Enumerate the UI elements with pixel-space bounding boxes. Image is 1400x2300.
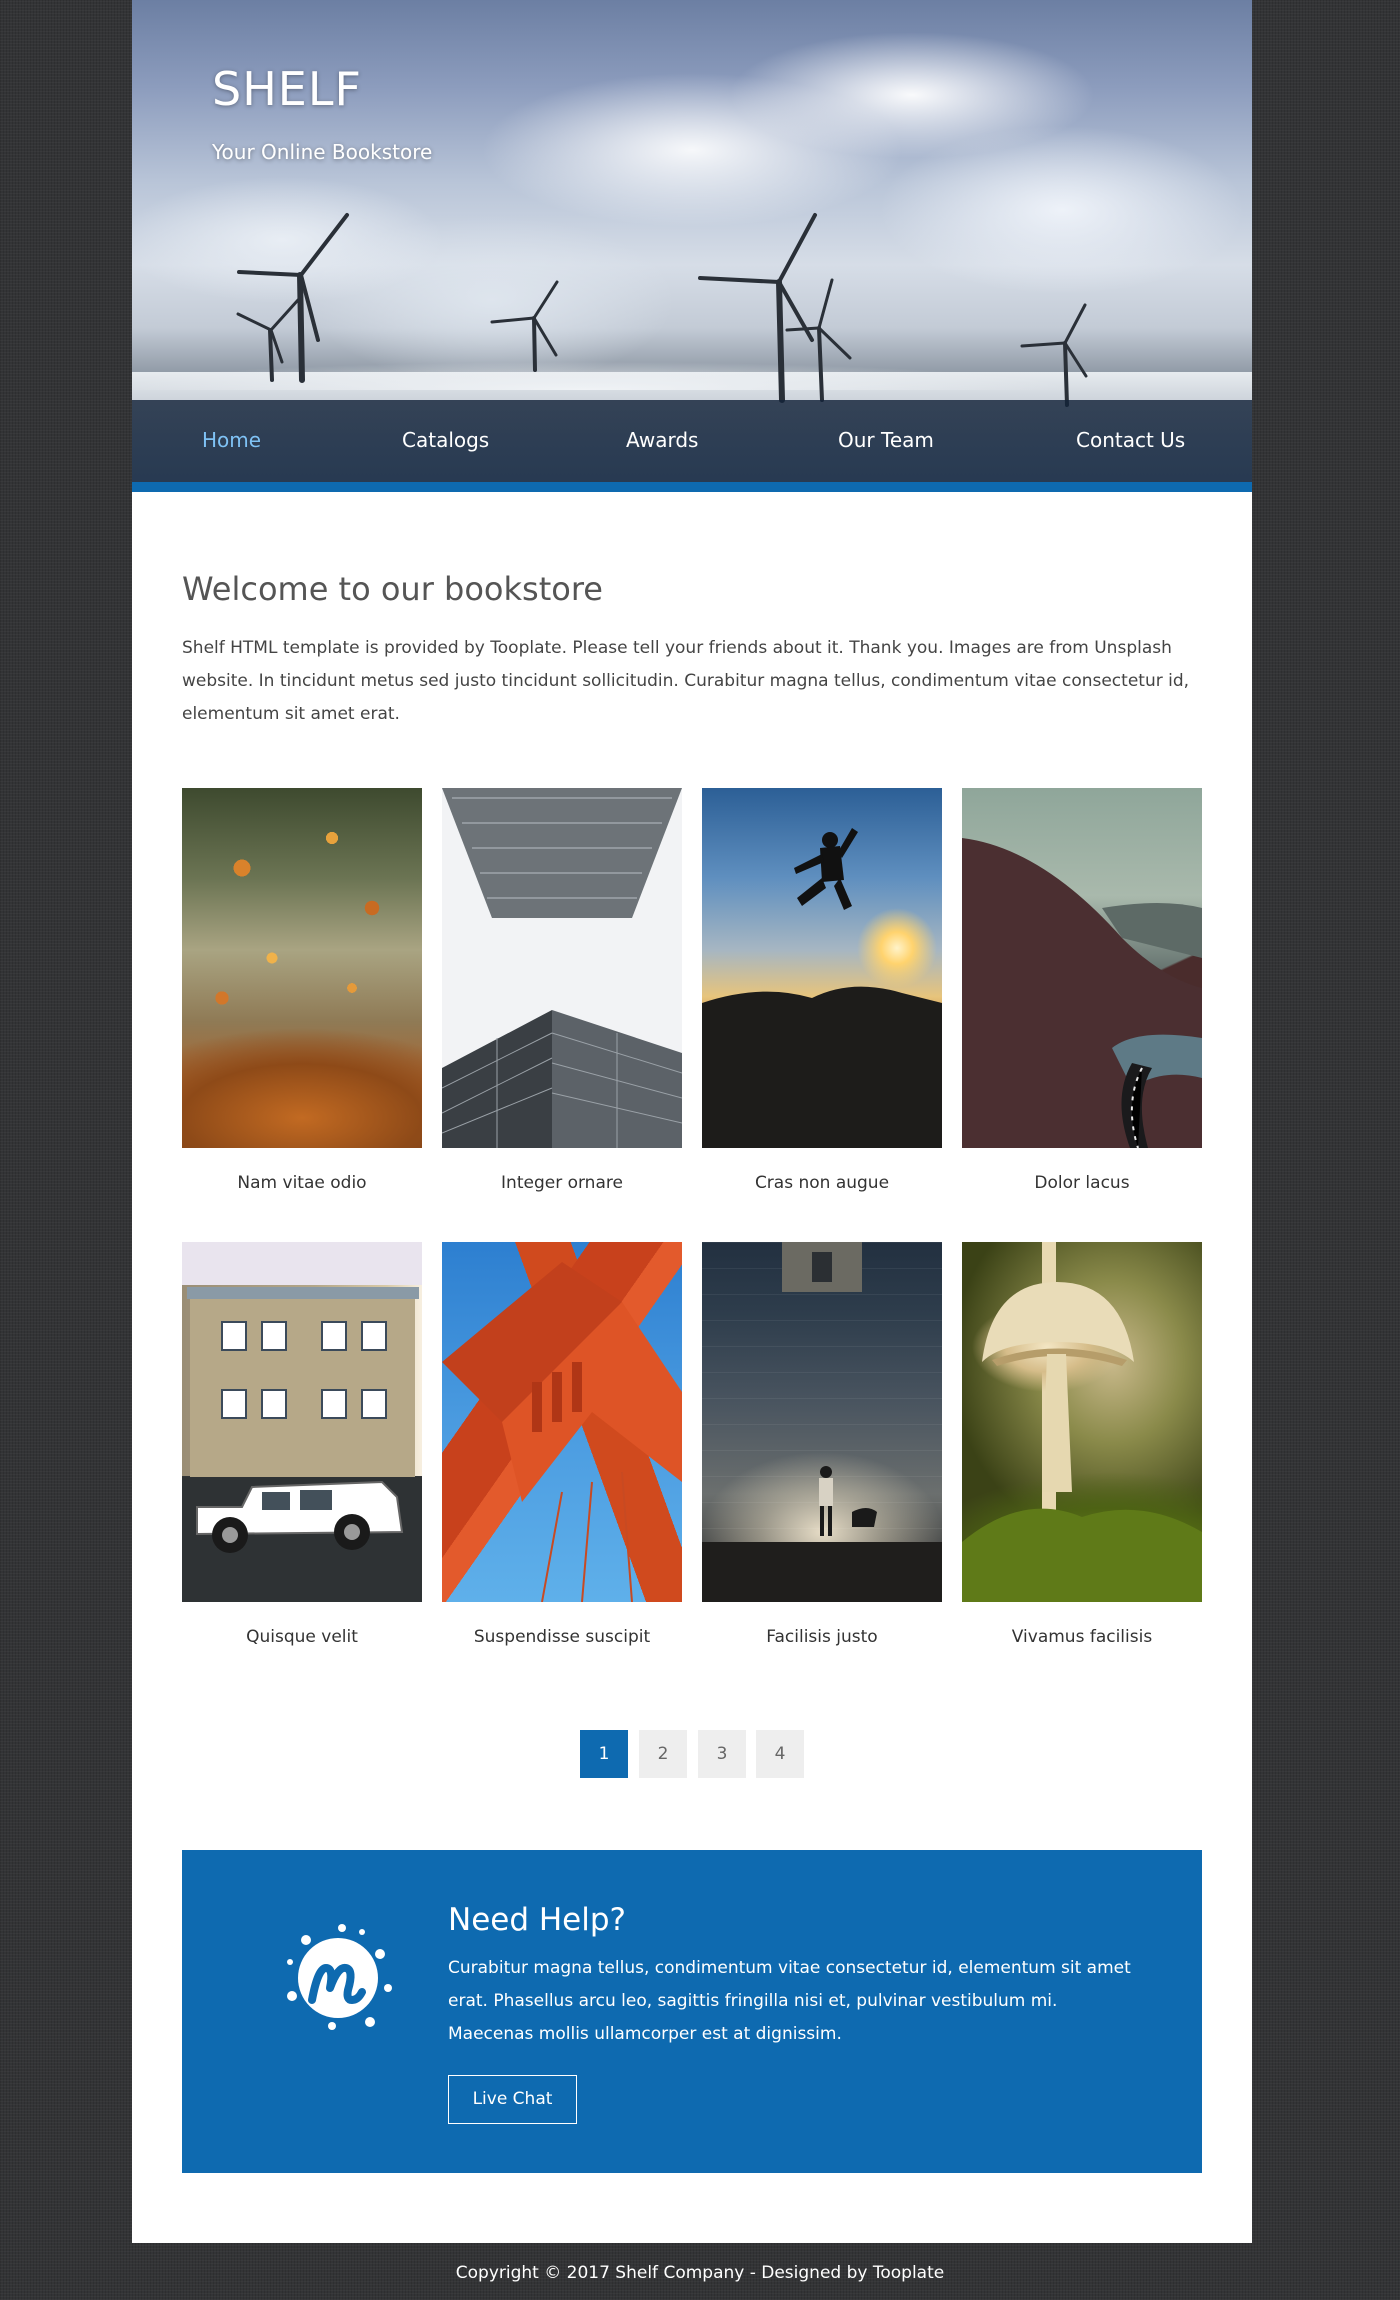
welcome-paragraph: Shelf HTML template is provided by Toopl… bbox=[182, 638, 1190, 724]
help-section: Need Help? Curabitur magna tellus, condi… bbox=[182, 1850, 1202, 2173]
site-title[interactable]: SHELF bbox=[212, 62, 362, 116]
gallery-item[interactable]: Quisque velit bbox=[182, 1242, 422, 1647]
wall-and-dog-image[interactable] bbox=[702, 1242, 942, 1602]
nav-awards[interactable]: Awards bbox=[626, 428, 698, 452]
page-2-button[interactable]: 2 bbox=[639, 1730, 687, 1778]
house-and-car-image[interactable] bbox=[182, 1242, 422, 1602]
gallery-caption: Quisque velit bbox=[246, 1627, 358, 1647]
gallery-caption: Dolor lacus bbox=[1034, 1173, 1130, 1193]
gallery-caption: Vivamus facilisis bbox=[1011, 1627, 1153, 1647]
gallery-item[interactable]: Suspendisse suscipit bbox=[442, 1242, 682, 1647]
gallery-caption: Nam vitae odio bbox=[237, 1173, 367, 1193]
autumn-leaves-image[interactable] bbox=[182, 788, 422, 1148]
welcome-heading: Welcome to our bookstore bbox=[182, 570, 603, 608]
gallery-caption: Integer ornare bbox=[501, 1173, 623, 1193]
page-container: SHELF Your Online Bookstore Home Catalog… bbox=[132, 0, 1252, 2243]
skyscrapers-image[interactable] bbox=[442, 788, 682, 1148]
nav-accent-bar bbox=[132, 482, 1252, 492]
mountain-road-image[interactable] bbox=[962, 788, 1202, 1148]
gallery-item[interactable]: Vivamus facilisis bbox=[962, 1242, 1202, 1647]
jumping-sunset-image[interactable] bbox=[702, 788, 942, 1148]
red-bridge-image[interactable] bbox=[442, 1242, 682, 1602]
gallery-caption: Cras non augue bbox=[754, 1173, 890, 1193]
copyright-text: Copyright © 2017 Shelf Company - Designe… bbox=[455, 2263, 945, 2283]
site-tagline: Your Online Bookstore bbox=[212, 140, 433, 164]
gallery-item[interactable]: Integer ornare bbox=[442, 788, 682, 1193]
gallery-item[interactable]: Cras non augue bbox=[702, 788, 942, 1193]
hero-banner: SHELF Your Online Bookstore Home Catalog… bbox=[132, 0, 1252, 482]
gallery-item[interactable]: Facilisis justo bbox=[702, 1242, 942, 1647]
live-chat-button[interactable]: Live Chat bbox=[448, 2075, 577, 2124]
main-nav: Home Catalogs Awards Our Team Contact Us bbox=[132, 400, 1252, 482]
mushroom-image[interactable] bbox=[962, 1242, 1202, 1602]
gallery-item[interactable]: Nam vitae odio bbox=[182, 788, 422, 1193]
gallery-caption: Suspendisse suscipit bbox=[473, 1627, 651, 1647]
page-4-button[interactable]: 4 bbox=[756, 1730, 804, 1778]
page-1-button[interactable]: 1 bbox=[580, 1730, 628, 1778]
site-footer: Copyright © 2017 Shelf Company - Designe… bbox=[0, 2243, 1400, 2300]
page-3-button[interactable]: 3 bbox=[698, 1730, 746, 1778]
nav-our-team[interactable]: Our Team bbox=[838, 428, 934, 452]
nav-home[interactable]: Home bbox=[202, 428, 261, 452]
nav-catalogs[interactable]: Catalogs bbox=[402, 428, 489, 452]
gallery-item[interactable]: Dolor lacus bbox=[962, 788, 1202, 1193]
gallery-caption: Facilisis justo bbox=[766, 1627, 878, 1647]
meetup-m-icon bbox=[287, 1924, 392, 2030]
help-paragraph: Curabitur magna tellus, condimentum vita… bbox=[448, 1958, 1131, 2044]
help-heading: Need Help? bbox=[448, 1902, 626, 1938]
nav-contact-us[interactable]: Contact Us bbox=[1076, 428, 1185, 452]
